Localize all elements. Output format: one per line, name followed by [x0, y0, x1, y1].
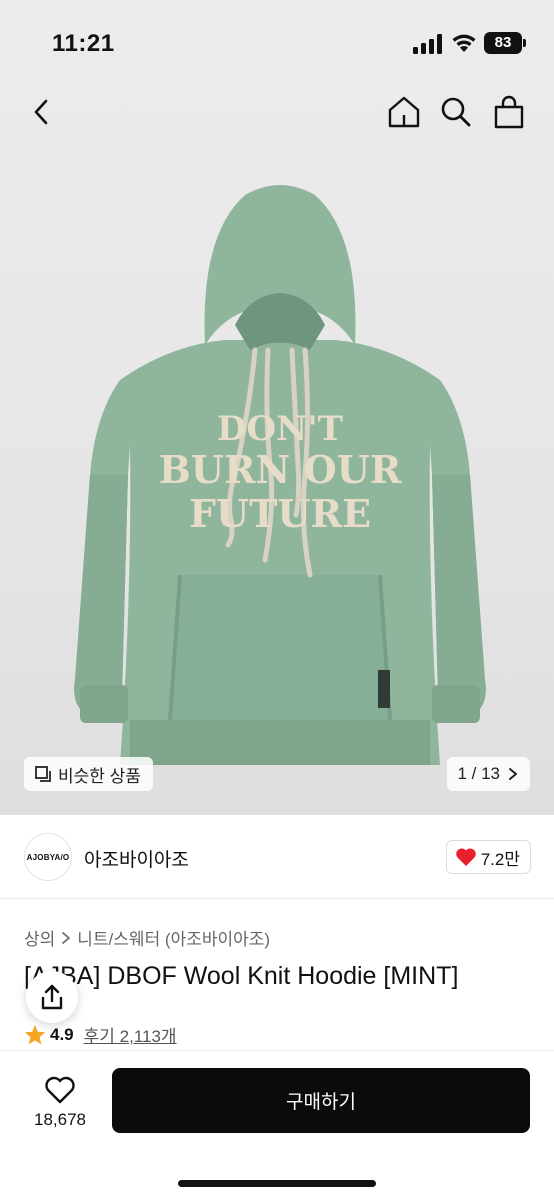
wishlist-button[interactable]: 18,678	[22, 1069, 98, 1137]
rating-value: 4.9	[50, 1024, 74, 1044]
product-title: [AJBA] DBOF Wool Knit Hoodie [MINT]	[24, 962, 459, 990]
store-row: AJOBYA/O 아조바이아조 7.2만	[0, 815, 554, 899]
search-icon	[441, 97, 471, 127]
heart-filled-icon	[455, 848, 476, 866]
back-button[interactable]	[22, 92, 62, 132]
page-indicator-text: 1 / 13	[457, 764, 500, 783]
product-image[interactable]: DON'T BURN OUR FUTURE	[60, 175, 500, 765]
share-button[interactable]	[26, 971, 78, 1023]
brand-name[interactable]: 아조바이아조	[84, 845, 189, 872]
brand-like-count: 7.2만	[480, 849, 520, 869]
star-icon	[24, 1024, 46, 1045]
status-time: 11:21	[52, 30, 115, 57]
svg-text:BURN OUR: BURN OUR	[159, 447, 402, 492]
cart-button[interactable]	[489, 92, 529, 132]
brand-logo-text: AJOBYA/O	[26, 852, 70, 862]
home-indicator	[178, 1180, 376, 1187]
similar-items-icon	[35, 766, 51, 782]
bottom-action-bar: 18,678 구매하기	[0, 1050, 554, 1200]
home-button[interactable]	[384, 92, 424, 132]
chevron-right-icon	[509, 768, 517, 780]
breadcrumb: 상의 니트/스웨터 (아조바이아조)	[24, 925, 270, 950]
buy-button[interactable]: 구매하기	[112, 1068, 530, 1133]
status-bar: 11:21 83	[0, 0, 554, 86]
image-page-indicator[interactable]: 1 / 13	[447, 757, 530, 791]
svg-text:DON'T: DON'T	[217, 409, 343, 449]
wifi-icon	[452, 34, 476, 52]
search-button[interactable]	[436, 92, 476, 132]
rating-row: 4.9 후기 2,113개	[24, 1022, 177, 1047]
home-icon	[388, 96, 420, 128]
similar-products-label: 비슷한 상품	[58, 766, 141, 786]
battery-icon: 83	[484, 32, 526, 54]
reviews-link[interactable]: 후기 2,113개	[84, 1022, 177, 1047]
share-icon	[41, 984, 63, 1010]
battery-level: 83	[484, 32, 522, 54]
breadcrumb-category[interactable]: 상의	[24, 925, 55, 950]
similar-products-button[interactable]: 비슷한 상품	[24, 757, 153, 791]
wishlist-count: 18,678	[34, 1110, 86, 1129]
heart-outline-icon	[45, 1076, 75, 1104]
breadcrumb-subcategory[interactable]: 니트/스웨터 (아조바이아조)	[77, 925, 270, 950]
brand-logo[interactable]: AJOBYA/O	[24, 833, 72, 881]
brand-like-button[interactable]: 7.2만	[445, 840, 531, 874]
chevron-right-icon	[62, 931, 71, 944]
back-icon	[34, 99, 48, 125]
shopping-bag-icon	[494, 95, 524, 129]
svg-text:FUTURE: FUTURE	[189, 491, 371, 536]
product-detail-page: 11:21 83 DON'T BURN OUR FUTURE 비슷한 상품 1 …	[0, 0, 554, 1200]
cellular-signal-icon	[413, 34, 442, 54]
